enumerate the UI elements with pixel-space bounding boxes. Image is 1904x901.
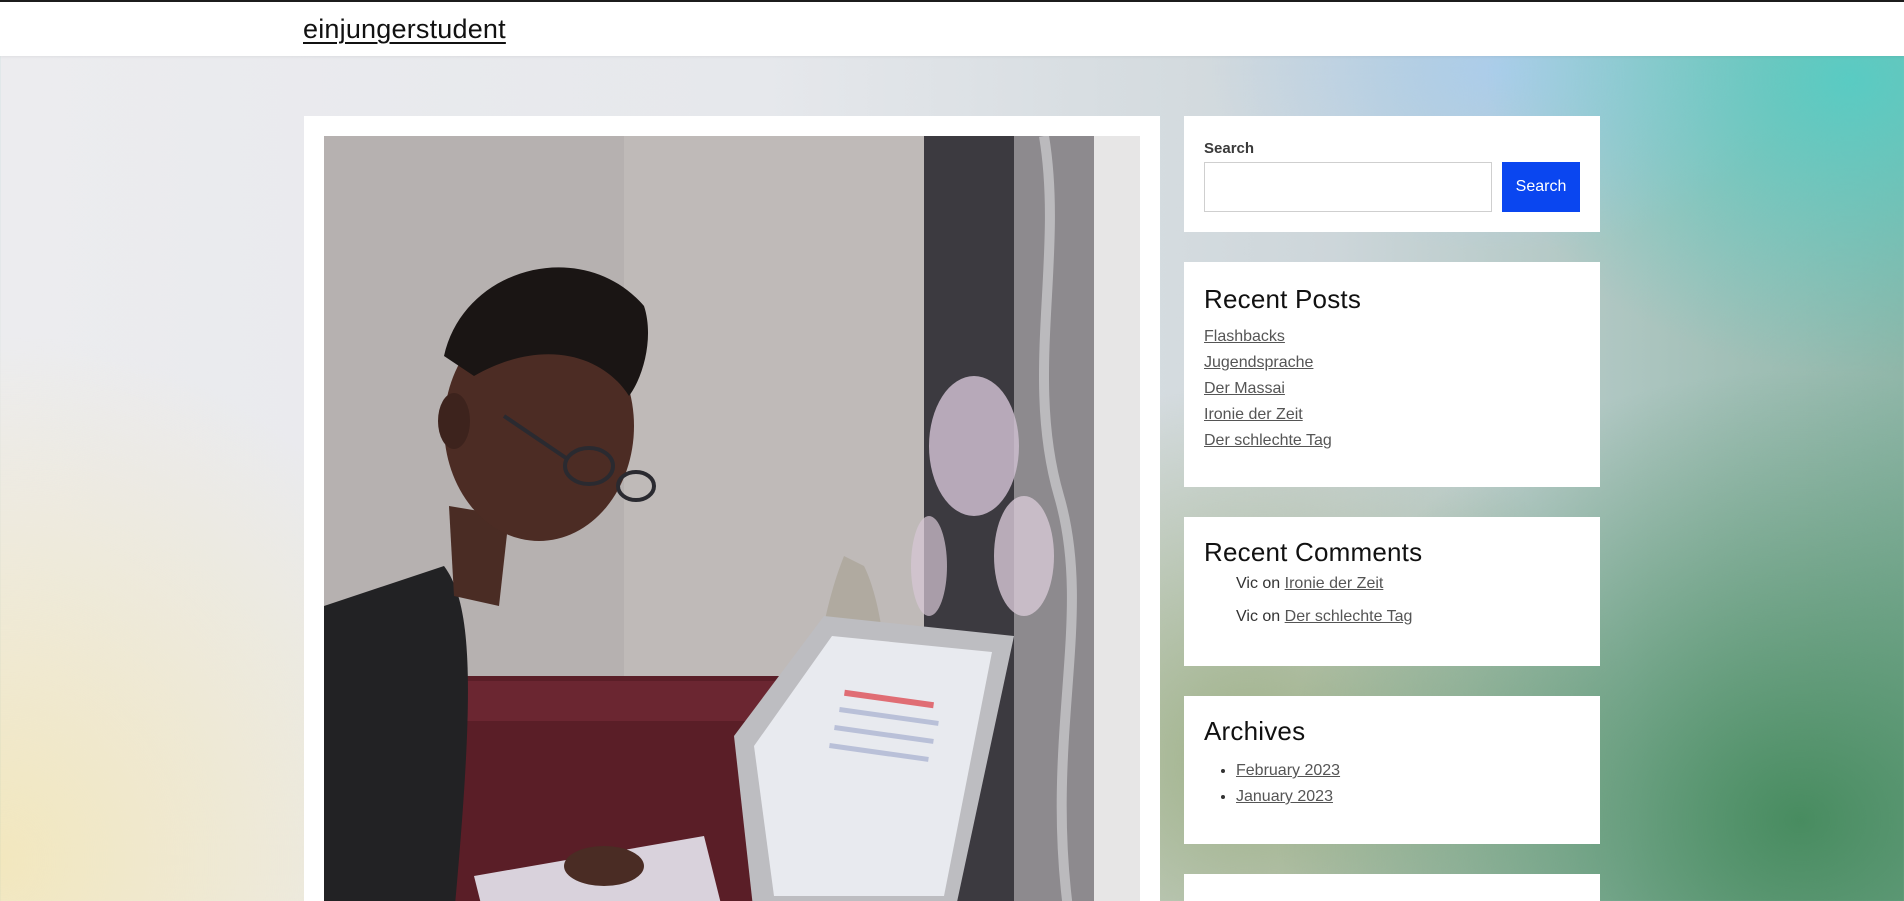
recent-comments-title: Recent Comments bbox=[1204, 537, 1423, 567]
comment-item: Vic on Ironie der Zeit bbox=[1236, 575, 1412, 608]
recent-comments-list: Vic on Ironie der Zeit Vic on Der schlec… bbox=[1236, 575, 1412, 641]
featured-image-illustration bbox=[324, 136, 1140, 901]
recent-posts-list: Flashbacks Jugendsprache Der Massai Iron… bbox=[1204, 326, 1332, 456]
comment-post-link[interactable]: Der schlechte Tag bbox=[1285, 608, 1413, 625]
archives-list: February 2023 January 2023 bbox=[1236, 760, 1340, 812]
recent-post-link[interactable]: Der schlechte Tag bbox=[1204, 432, 1332, 449]
archives-title: Archives bbox=[1204, 716, 1306, 746]
recent-posts-title: Recent Posts bbox=[1204, 284, 1362, 314]
recent-post-link[interactable]: Jugendsprache bbox=[1204, 354, 1313, 371]
recent-posts-widget: Recent Posts Flashbacks Jugendsprache De… bbox=[1184, 262, 1600, 487]
comment-post-link[interactable]: Ironie der Zeit bbox=[1285, 575, 1384, 592]
site-title-link[interactable]: einjungerstudent bbox=[303, 14, 506, 45]
main-post-card bbox=[304, 116, 1160, 901]
site-header: einjungerstudent bbox=[0, 0, 1904, 56]
search-label: Search bbox=[1204, 140, 1255, 157]
recent-comments-widget: Recent Comments Vic on Ironie der Zeit V… bbox=[1184, 517, 1600, 666]
next-widget bbox=[1184, 874, 1600, 901]
comment-author: Vic bbox=[1236, 608, 1258, 625]
recent-post-link[interactable]: Flashbacks bbox=[1204, 328, 1285, 345]
recent-post-link[interactable]: Der Massai bbox=[1204, 380, 1285, 397]
archives-widget: Archives February 2023 January 2023 bbox=[1184, 696, 1600, 844]
archive-link[interactable]: February 2023 bbox=[1236, 762, 1340, 779]
recent-post-link[interactable]: Ironie der Zeit bbox=[1204, 406, 1303, 423]
comment-on-text: on bbox=[1262, 608, 1281, 625]
comment-author: Vic bbox=[1236, 575, 1258, 592]
featured-image bbox=[324, 136, 1140, 901]
search-widget: Search Search bbox=[1184, 116, 1600, 232]
search-input[interactable] bbox=[1204, 162, 1492, 212]
search-button[interactable]: Search bbox=[1502, 162, 1580, 212]
comment-on-text: on bbox=[1262, 575, 1281, 592]
archive-link[interactable]: January 2023 bbox=[1236, 788, 1333, 805]
comment-item: Vic on Der schlechte Tag bbox=[1236, 608, 1412, 641]
